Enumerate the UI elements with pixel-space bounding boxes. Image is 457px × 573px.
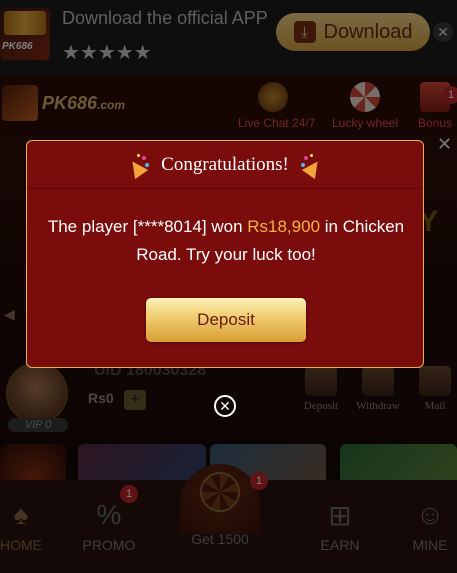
win-amount: Rs18,900 (247, 217, 321, 236)
party-popper-icon (300, 153, 324, 179)
banner-close-icon[interactable]: ✕ (437, 134, 457, 154)
modal-header: Congratulations! (27, 141, 423, 189)
party-popper-icon (125, 153, 150, 179)
win-message: The player [****8014] won Rs18,900 in Ch… (47, 213, 405, 269)
modal-title: Congratulations! (161, 153, 289, 175)
modal-close-icon[interactable]: ✕ (214, 395, 236, 417)
deposit-button[interactable]: Deposit (146, 298, 306, 342)
message-prefix: The player [****8014] won (47, 217, 248, 236)
congratulations-modal: Congratulations! The player [****8014] w… (26, 140, 424, 368)
